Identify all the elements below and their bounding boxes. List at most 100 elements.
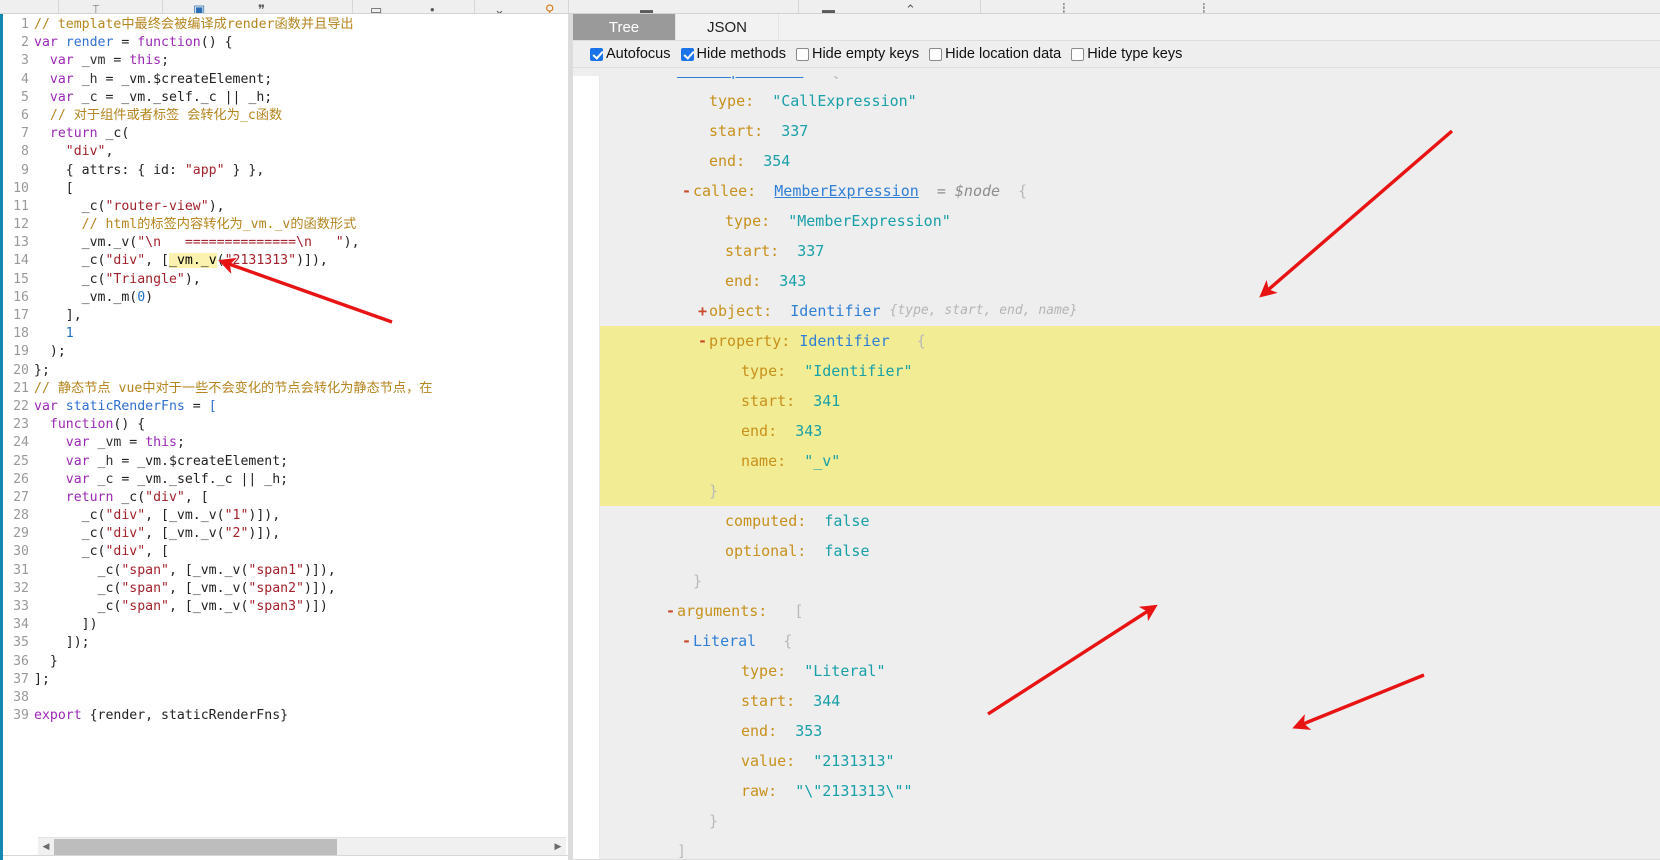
pin-icon[interactable]: ⚲ bbox=[545, 3, 555, 13]
code-line-content[interactable]: _c("Triangle"), bbox=[34, 271, 568, 289]
code-line-content[interactable]: export {render, staticRenderFns} bbox=[34, 707, 568, 725]
tree-row[interactable]: end: 353 bbox=[600, 716, 1660, 746]
tree-row-highlighted[interactable]: } bbox=[600, 476, 1660, 506]
arrow-icon[interactable]: ⌃ bbox=[905, 3, 916, 13]
code-line[interactable]: 24 var _vm = this; bbox=[0, 434, 568, 452]
code-line[interactable]: 9 { attrs: { id: "app" } }, bbox=[0, 162, 568, 180]
code-line-content[interactable]: ], bbox=[34, 307, 568, 325]
tree-row[interactable]: - arguments: [ bbox=[600, 596, 1660, 626]
tree-row[interactable]: value: "2131313" bbox=[600, 746, 1660, 776]
code-line[interactable]: 18 1 bbox=[0, 325, 568, 343]
tree-row[interactable]: - callee: MemberExpression = $node { bbox=[600, 176, 1660, 206]
code-line-content[interactable]: [ bbox=[34, 180, 568, 198]
code-line[interactable]: 10 [ bbox=[0, 180, 568, 198]
code-line-content[interactable]: }; bbox=[34, 362, 568, 380]
code-line-content[interactable]: _vm._v("\n ==============\n "), bbox=[34, 234, 568, 252]
checkbox-hide-location-data[interactable] bbox=[929, 47, 943, 61]
code-line-content[interactable]: var _vm = this; bbox=[34, 434, 568, 452]
caret-icon[interactable]: ⌄ bbox=[494, 3, 505, 13]
scroll-left-arrow-icon[interactable]: ◀ bbox=[38, 838, 54, 856]
code-line-content[interactable]: { attrs: { id: "app" } }, bbox=[34, 162, 568, 180]
tree-row[interactable]: + object: Identifier {type, start, end, n… bbox=[600, 296, 1660, 326]
code-line-content[interactable]: return _c("div", [ bbox=[34, 489, 568, 507]
code-line[interactable]: 3 var _vm = this; bbox=[0, 52, 568, 70]
code-line-content[interactable]: _c("div", [_vm._v("2131313")]), bbox=[34, 252, 568, 270]
code-line-content[interactable]: var render = function() { bbox=[34, 34, 568, 52]
tree-row[interactable]: start: 344 bbox=[600, 686, 1660, 716]
code-line[interactable]: 25 var _h = _vm.$createElement; bbox=[0, 453, 568, 471]
code-line-content[interactable]: _c("span", [_vm._v("span2")]), bbox=[34, 580, 568, 598]
code-line[interactable]: 29 _c("div", [_vm._v("2")]), bbox=[0, 525, 568, 543]
code-line[interactable]: 15 _c("Triangle"), bbox=[0, 271, 568, 289]
code-line[interactable]: 12 // html的标签内容转化为_vm._v的函数形式 bbox=[0, 216, 568, 234]
tree-row[interactable]: - Literal { bbox=[600, 626, 1660, 656]
tree-rows[interactable]: CallExpression { type: "CallExpression" … bbox=[600, 68, 1660, 860]
tab-tree[interactable]: Tree bbox=[573, 14, 676, 40]
code-line[interactable]: 19 ); bbox=[0, 343, 568, 361]
scrollbar-track[interactable] bbox=[54, 838, 550, 856]
tree-row[interactable]: type: "MemberExpression" bbox=[600, 206, 1660, 236]
tree-row[interactable]: start: 337 bbox=[600, 116, 1660, 146]
expand-toggle-icon[interactable]: + bbox=[696, 296, 709, 326]
code-line-content[interactable]: var _h = _vm.$createElement; bbox=[34, 453, 568, 471]
code-line-content[interactable]: var _vm = this; bbox=[34, 52, 568, 70]
code-line[interactable]: 16 _vm._m(0) bbox=[0, 289, 568, 307]
code-line-content[interactable]: var _h = _vm.$createElement; bbox=[34, 71, 568, 89]
code-line[interactable]: 8 "div", bbox=[0, 143, 568, 161]
tree-row[interactable]: } bbox=[600, 806, 1660, 836]
code-line[interactable]: 38 bbox=[0, 689, 568, 707]
option-hide-methods[interactable]: Hide methods bbox=[680, 46, 786, 62]
tree-row[interactable]: } bbox=[600, 566, 1660, 596]
code-line-content[interactable] bbox=[34, 689, 568, 707]
code-line[interactable]: 35 ]); bbox=[0, 634, 568, 652]
tree-row-highlighted[interactable]: start: 341 bbox=[600, 386, 1660, 416]
tree-row-highlighted[interactable]: - property: Identifier { bbox=[600, 326, 1660, 356]
code-line[interactable]: 23 function() { bbox=[0, 416, 568, 434]
dot-icon[interactable]: • bbox=[430, 3, 435, 13]
checkbox-hide-type-keys[interactable] bbox=[1071, 47, 1085, 61]
code-line[interactable]: 1 // template中最终会被编译成render函数并且导出 bbox=[0, 16, 568, 34]
code-editor-pane[interactable]: 1 // template中最终会被编译成render函数并且导出 2 var ren… bbox=[0, 14, 568, 860]
tree-body[interactable]: CallExpression { type: "CallExpression" … bbox=[573, 68, 1660, 860]
code-line[interactable]: 39 export {render, staticRenderFns} bbox=[0, 707, 568, 725]
code-line[interactable]: 4 var _h = _vm.$createElement; bbox=[0, 71, 568, 89]
code-line-content[interactable]: "div", bbox=[34, 143, 568, 161]
option-hide-location-data[interactable]: Hide location data bbox=[929, 46, 1061, 62]
tree-row-highlighted[interactable]: type: "Identifier" bbox=[600, 356, 1660, 386]
code-line-content[interactable]: // template中最终会被编译成render函数并且导出 bbox=[34, 16, 568, 34]
code-line-content[interactable]: ]) bbox=[34, 616, 568, 634]
code-line-content[interactable]: ]); bbox=[34, 634, 568, 652]
code-line-content[interactable]: _c("router-view"), bbox=[34, 198, 568, 216]
tree-row[interactable]: ] bbox=[600, 836, 1660, 860]
code-line-content[interactable]: _c("div", [ bbox=[34, 543, 568, 561]
code-line[interactable]: 13 _vm._v("\n ==============\n "), bbox=[0, 234, 568, 252]
bar-icon[interactable]: ▬ bbox=[822, 3, 835, 13]
collapse-toggle-icon[interactable]: - bbox=[664, 596, 677, 626]
code-line-content[interactable]: function() { bbox=[34, 416, 568, 434]
tree-row-highlighted[interactable]: end: 343 bbox=[600, 416, 1660, 446]
code-line[interactable]: 17 ], bbox=[0, 307, 568, 325]
code-line[interactable]: 2 var render = function() { bbox=[0, 34, 568, 52]
panel-icon[interactable]: ▭ bbox=[370, 3, 382, 13]
tree-row[interactable]: type: "CallExpression" bbox=[600, 86, 1660, 116]
option-hide-type-keys[interactable]: Hide type keys bbox=[1071, 46, 1182, 62]
code-line-content[interactable]: // 对于组件或者标签 会转化为_c函数 bbox=[34, 107, 568, 125]
checkbox-hide-empty-keys[interactable] bbox=[795, 47, 809, 61]
dots-icon[interactable]: ┊ bbox=[1200, 3, 1208, 13]
code-line-content[interactable]: _c("span", [_vm._v("span1")]), bbox=[34, 562, 568, 580]
code-line[interactable]: 26 var _c = _vm._self._c || _h; bbox=[0, 471, 568, 489]
code-line-content[interactable]: return _c( bbox=[34, 125, 568, 143]
tree-row[interactable]: end: 354 bbox=[600, 146, 1660, 176]
quote-icon[interactable]: ❞ bbox=[258, 3, 265, 13]
tree-row[interactable]: type: "Literal" bbox=[600, 656, 1660, 686]
scroll-right-arrow-icon[interactable]: ▶ bbox=[550, 838, 566, 856]
code-line[interactable]: 7 return _c( bbox=[0, 125, 568, 143]
code-line-content[interactable]: 1 bbox=[34, 325, 568, 343]
tree-row[interactable]: optional: false bbox=[600, 536, 1660, 566]
tree-row[interactable]: raw: "\"2131313\"" bbox=[600, 776, 1660, 806]
tree-row[interactable]: computed: false bbox=[600, 506, 1660, 536]
tree-row[interactable]: end: 343 bbox=[600, 266, 1660, 296]
code-line[interactable]: 21 // 静态节点 vue中对于一些不会变化的节点会转化为静态节点，在 bbox=[0, 380, 568, 398]
code-line[interactable]: 32 _c("span", [_vm._v("span2")]), bbox=[0, 580, 568, 598]
editor-horizontal-scrollbar[interactable]: ◀ ▶ bbox=[38, 837, 566, 855]
